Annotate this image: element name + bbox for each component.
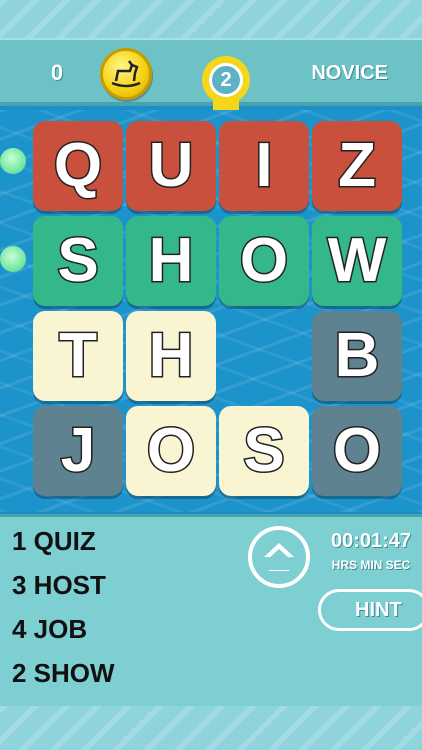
letter-tile[interactable]: Z [312, 121, 402, 211]
letter-tile[interactable]: B [312, 311, 402, 401]
completed-row-indicator [0, 148, 26, 174]
timer-units: HRS MIN SEC [331, 558, 411, 572]
letter-tile[interactable]: H [126, 216, 216, 306]
tile-letter: H [147, 321, 195, 390]
letter-tile[interactable]: S [33, 216, 123, 306]
letter-tile[interactable]: T [33, 311, 123, 401]
header-bar: 0 2 NOVICE [0, 38, 422, 124]
home-button[interactable] [248, 526, 310, 588]
bottom-decorative-strip [0, 706, 422, 750]
level-number: 2 [209, 63, 243, 97]
tile-letter: S [56, 226, 100, 295]
word-clue: 3 HOST [12, 570, 106, 600]
letter-tile[interactable]: U [126, 121, 216, 211]
tile-letter: I [254, 131, 274, 200]
letter-tile[interactable]: O [126, 406, 216, 496]
letter-tile[interactable]: H [126, 311, 216, 401]
tile-letter: O [145, 416, 196, 485]
letter-tile[interactable]: S [219, 406, 309, 496]
difficulty-label: NOVICE [311, 62, 388, 84]
letter-tile[interactable]: W [312, 216, 402, 306]
timer-value: 00:01:47 [330, 530, 412, 552]
tile-letter: S [242, 416, 286, 485]
tile-letter: B [333, 321, 381, 390]
letter-tile[interactable]: O [312, 406, 402, 496]
tile-letter: Q [52, 131, 103, 200]
tile-letter: H [147, 226, 195, 295]
tile-letter: O [238, 226, 289, 295]
tile-letter: U [147, 131, 195, 200]
tile-letter: J [59, 416, 97, 485]
letter-tile[interactable]: O [219, 216, 309, 306]
tile-letter: Z [337, 131, 378, 200]
coin-count: 0 [50, 60, 64, 85]
letter-tile[interactable]: Q [33, 121, 123, 211]
hint-label: HINT [355, 598, 402, 621]
tile-letter: T [58, 321, 99, 390]
word-clue: 1 QUIZ [12, 526, 96, 556]
letter-tile[interactable]: J [33, 406, 123, 496]
tile-letter: O [331, 416, 382, 485]
hint-button[interactable]: HINT [318, 589, 422, 631]
tile-letter: W [326, 226, 388, 295]
word-clue: 4 JOB [12, 614, 88, 644]
letter-tile[interactable]: I [219, 121, 309, 211]
coin-icon[interactable] [100, 48, 152, 100]
completed-row-indicator [0, 246, 26, 272]
top-decorative-strip [0, 0, 422, 38]
word-clue: 2 SHOW [12, 658, 115, 688]
home-icon [264, 543, 294, 571]
